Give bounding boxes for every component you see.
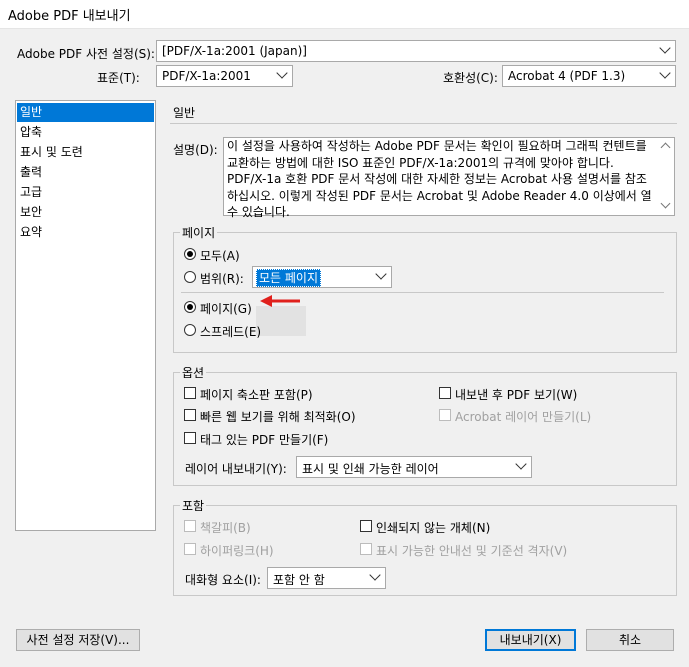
radio-spreads-label: 스프레드(E) xyxy=(200,325,262,339)
range-select[interactable]: 모든 페이지 xyxy=(252,266,392,288)
chevron-down-icon xyxy=(276,67,288,79)
checkbox-bookmarks xyxy=(184,520,196,532)
guides-label: 표시 가능한 안내선 및 기준선 격자(V) xyxy=(376,544,568,558)
checkbox-guides xyxy=(360,543,372,555)
description-box[interactable]: 이 설정을 사용하여 작성하는 Adobe PDF 문서는 확인이 필요하며 그… xyxy=(223,137,675,219)
checkbox-embed-thumbnails[interactable] xyxy=(184,387,196,399)
sidebar-item-general[interactable]: 일반 xyxy=(17,103,154,122)
save-preset-button[interactable]: 사전 설정 저장(V)... xyxy=(16,629,140,651)
preset-value: [PDF/X-1a:2001 (Japan)] xyxy=(162,44,307,58)
scroll-up-icon[interactable] xyxy=(660,142,671,153)
radio-all-label: 모두(A) xyxy=(200,249,240,263)
title-bar: Adobe PDF 내보내기 xyxy=(0,0,689,29)
radio-range-label: 범위(R): xyxy=(200,272,244,286)
sidebar-item-summary[interactable]: 요약 xyxy=(17,223,154,242)
compat-label: 호환성(C): xyxy=(443,71,498,85)
options-group-title: 옵션 xyxy=(180,364,207,381)
chevron-down-icon xyxy=(515,458,527,470)
standard-select[interactable]: PDF/X-1a:2001 xyxy=(156,65,293,87)
checkbox-optimize-web[interactable] xyxy=(184,409,196,421)
red-arrow-icon xyxy=(260,295,300,307)
preset-label: Adobe PDF 사전 설정(S): xyxy=(17,47,155,61)
embed-thumbnails-label: 페이지 축소판 포함(P) xyxy=(200,388,313,402)
divider xyxy=(181,292,664,293)
sidebar-item-security[interactable]: 보안 xyxy=(17,203,154,222)
export-layers-label: 레이어 내보내기(Y): xyxy=(185,462,287,476)
description-text: 이 설정을 사용하여 작성하는 Adobe PDF 문서는 확인이 필요하며 그… xyxy=(227,139,652,219)
scroll-down-icon[interactable] xyxy=(660,198,671,209)
bookmarks-label: 책갈피(B) xyxy=(200,521,251,535)
preset-select[interactable]: [PDF/X-1a:2001 (Japan)] xyxy=(156,40,676,62)
sidebar-item-advanced[interactable]: 고급 xyxy=(17,183,154,202)
checkbox-non-printing[interactable] xyxy=(360,520,372,532)
export-layers-value: 표시 및 인쇄 가능한 레이어 xyxy=(302,462,439,476)
optimize-web-label: 빠른 웹 보기를 위해 최적화(O) xyxy=(200,410,356,424)
sidebar-item-compression[interactable]: 압축 xyxy=(17,123,154,142)
export-button[interactable]: 내보내기(X) xyxy=(485,629,576,651)
export-layers-select[interactable]: 표시 및 인쇄 가능한 레이어 xyxy=(296,456,532,478)
cancel-button[interactable]: 취소 xyxy=(586,629,674,651)
include-group-title: 포함 xyxy=(180,497,207,514)
description-label: 설명(D): xyxy=(173,143,218,157)
page-title: 일반 xyxy=(173,106,196,120)
description-scrollbar[interactable] xyxy=(658,138,674,215)
compat-select[interactable]: Acrobat 4 (PDF 1.3) xyxy=(502,65,676,87)
checkbox-view-after[interactable] xyxy=(439,387,451,399)
tagged-pdf-label: 태그 있는 PDF 만들기(F) xyxy=(200,433,329,447)
radio-spreads[interactable] xyxy=(184,324,196,336)
checkbox-hyperlinks xyxy=(184,543,196,555)
compat-value: Acrobat 4 (PDF 1.3) xyxy=(508,69,626,83)
checkbox-acrobat-layers xyxy=(439,409,451,421)
focus-shadow xyxy=(256,306,306,336)
chevron-down-icon xyxy=(375,268,387,280)
radio-pages-label: 페이지(G) xyxy=(200,302,252,316)
interactive-select[interactable]: 포함 안 함 xyxy=(267,567,386,589)
acrobat-layers-label: Acrobat 레이어 만들기(L) xyxy=(455,410,592,424)
sidebar: 일반 압축 표시 및 도련 출력 고급 보안 요약 xyxy=(15,100,156,531)
radio-range[interactable] xyxy=(184,271,196,283)
view-after-label: 내보낸 후 PDF 보기(W) xyxy=(455,388,578,402)
chevron-down-icon xyxy=(659,67,671,79)
standard-label: 표준(T): xyxy=(97,71,140,85)
range-value: 모든 페이지 xyxy=(256,269,322,287)
chevron-down-icon xyxy=(659,42,671,54)
non-printing-label: 인쇄되지 않는 개체(N) xyxy=(376,521,491,535)
sidebar-item-output[interactable]: 출력 xyxy=(17,163,154,182)
chevron-down-icon xyxy=(369,569,381,581)
divider xyxy=(170,123,677,124)
radio-all[interactable] xyxy=(184,248,196,260)
standard-value: PDF/X-1a:2001 xyxy=(162,69,251,83)
checkbox-tagged-pdf[interactable] xyxy=(184,432,196,444)
interactive-value: 포함 안 함 xyxy=(273,573,325,587)
hyperlinks-label: 하이퍼링크(H) xyxy=(200,544,274,558)
sidebar-item-marks-bleeds[interactable]: 표시 및 도련 xyxy=(17,143,154,162)
window-title: Adobe PDF 내보내기 xyxy=(8,9,131,24)
radio-pages[interactable] xyxy=(184,301,196,313)
pages-group-title: 페이지 xyxy=(180,224,218,241)
interactive-label: 대화형 요소(I): xyxy=(185,573,261,587)
